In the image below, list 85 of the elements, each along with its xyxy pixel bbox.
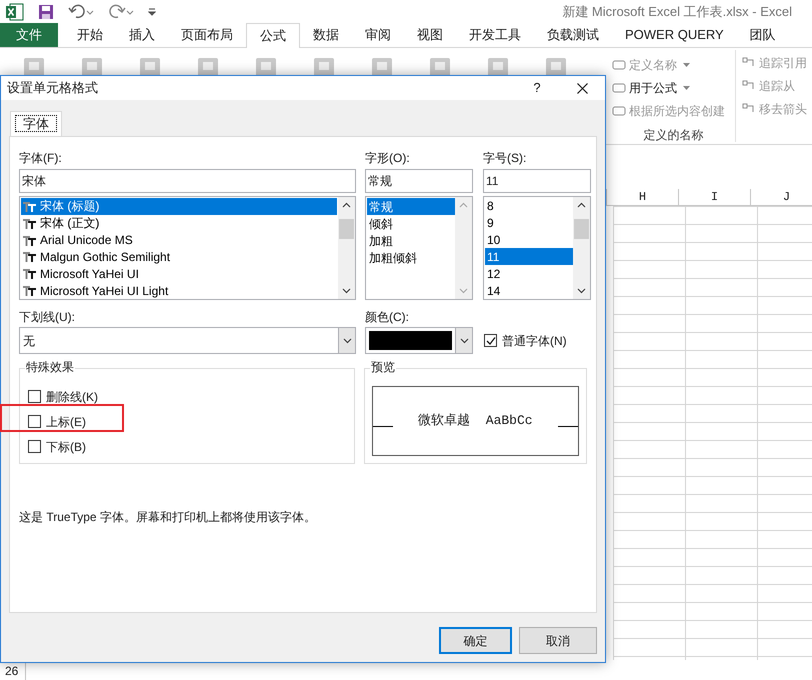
dropdown-arrow-icon	[683, 63, 690, 67]
list-item[interactable]: 加粗	[367, 232, 455, 249]
color-dropdown[interactable]	[365, 327, 473, 354]
list-item[interactable]: 8	[485, 198, 573, 215]
dialog-title: 设置单元格格式	[7, 79, 99, 98]
list-item[interactable]: Microsoft YaHei UI Light	[21, 282, 337, 299]
preview-text: 微软卓越 AaBbCc	[418, 412, 533, 430]
dialog-button[interactable]: 确定	[439, 627, 512, 654]
checkbox[interactable]	[484, 334, 497, 347]
list-item[interactable]: 宋体 (正文)	[21, 214, 337, 232]
list-item[interactable]: 12	[485, 265, 573, 282]
checkbox-label[interactable]: 上标(E)	[46, 412, 86, 430]
input-field[interactable]: 11	[483, 169, 591, 193]
truetype-icon	[23, 285, 37, 296]
ribbon-tab[interactable]: 页面布局	[168, 23, 246, 47]
truetype-icon	[23, 200, 37, 212]
ribbon-tab[interactable]: 视图	[404, 23, 456, 47]
trace-arrow-icon	[742, 80, 756, 92]
scrollbar[interactable]	[338, 197, 355, 299]
list-item[interactable]: 加粗倾斜	[367, 249, 455, 266]
scrollbar[interactable]	[573, 197, 590, 299]
dropdown[interactable]: 无	[19, 327, 356, 354]
font-description: 这是 TrueType 字体。屏幕和打印机上都将使用该字体。	[19, 509, 317, 526]
check-icon	[486, 336, 496, 346]
input-field[interactable]: 常规	[365, 169, 473, 193]
group-label: 定义的名称	[642, 127, 704, 144]
ribbon-tab[interactable]: 开始	[64, 23, 116, 47]
list-item[interactable]: Malgun Gothic Semilight	[21, 248, 337, 266]
field-label: 字体(F):	[19, 150, 63, 167]
list-item[interactable]: 14	[485, 282, 573, 299]
field-label: 字形(O):	[365, 150, 411, 167]
list-item[interactable]: Microsoft YaHei UI	[21, 265, 337, 282]
save-icon[interactable]	[38, 4, 54, 20]
scrollbar-thumb[interactable]	[339, 219, 354, 239]
checkbox-label[interactable]: 普通字体(N)	[502, 332, 567, 350]
trace-arrow-icon	[742, 57, 756, 69]
excel-logo-icon[interactable]	[6, 3, 24, 21]
list-item[interactable]: 10	[485, 232, 573, 248]
close-icon	[576, 82, 588, 94]
trace-arrow-icon	[742, 103, 756, 115]
scrollbar-thumb[interactable]	[574, 219, 589, 239]
input-field[interactable]: 宋体	[19, 169, 356, 193]
ribbon-tab[interactable]: 审阅	[352, 23, 404, 47]
checkbox[interactable]	[28, 390, 41, 403]
undo-icon[interactable]	[68, 4, 94, 20]
ribbon-tab[interactable]: POWER QUERY	[612, 23, 737, 47]
field-label: 颜色(C):	[365, 309, 410, 326]
checkbox-label[interactable]: 下标(B)	[46, 438, 86, 456]
list-item[interactable]: 宋体 (标题)	[21, 198, 337, 215]
list-item[interactable]: 常规	[367, 198, 455, 215]
ribbon-tab[interactable]: 文件	[0, 23, 58, 47]
truetype-icon	[23, 234, 37, 246]
list-item[interactable]: 9	[485, 214, 573, 232]
ribbon-tab[interactable]: 插入	[116, 23, 168, 47]
field-label: 字号(S):	[483, 150, 528, 167]
dialog-tab[interactable]: 字体	[10, 111, 62, 136]
ribbon-tab[interactable]: 团队	[736, 23, 789, 47]
ribbon-tab[interactable]: 负载测试	[534, 23, 612, 47]
customize-toolbar-icon[interactable]	[148, 8, 156, 16]
group-title: 预览	[370, 361, 396, 373]
list-item[interactable]: 11	[485, 248, 573, 266]
truetype-icon	[23, 251, 37, 262]
dropdown-arrow-icon	[683, 86, 690, 90]
column-header[interactable]: J	[750, 189, 812, 206]
list-item[interactable]: Arial Unicode MS	[21, 232, 337, 248]
list-item[interactable]: 倾斜	[367, 215, 455, 232]
truetype-icon	[23, 268, 37, 280]
window-title: 新建 Microsoft Excel 工作表.xlsx - Excel	[562, 3, 792, 22]
ribbon-command[interactable]: 用于公式	[612, 79, 735, 97]
truetype-icon	[23, 218, 37, 229]
column-header[interactable]: I	[678, 189, 750, 206]
field-label: 下划线(U):	[19, 309, 76, 326]
redo-icon[interactable]	[108, 4, 134, 20]
dialog-button[interactable]: 取消	[519, 627, 597, 654]
ribbon-tab[interactable]: 数据	[300, 23, 352, 47]
checkbox[interactable]	[28, 440, 41, 453]
tag-icon	[612, 105, 626, 117]
ribbon-tab[interactable]: 开发工具	[456, 23, 534, 47]
tag-icon	[612, 82, 626, 94]
group-title: 特殊效果	[25, 361, 75, 373]
ribbon-tab[interactable]: 公式	[246, 23, 300, 48]
help-button[interactable]: ?	[515, 76, 559, 100]
checkbox[interactable]	[28, 415, 41, 428]
checkbox-label[interactable]: 删除线(K)	[46, 388, 98, 406]
tag-icon	[612, 59, 626, 71]
